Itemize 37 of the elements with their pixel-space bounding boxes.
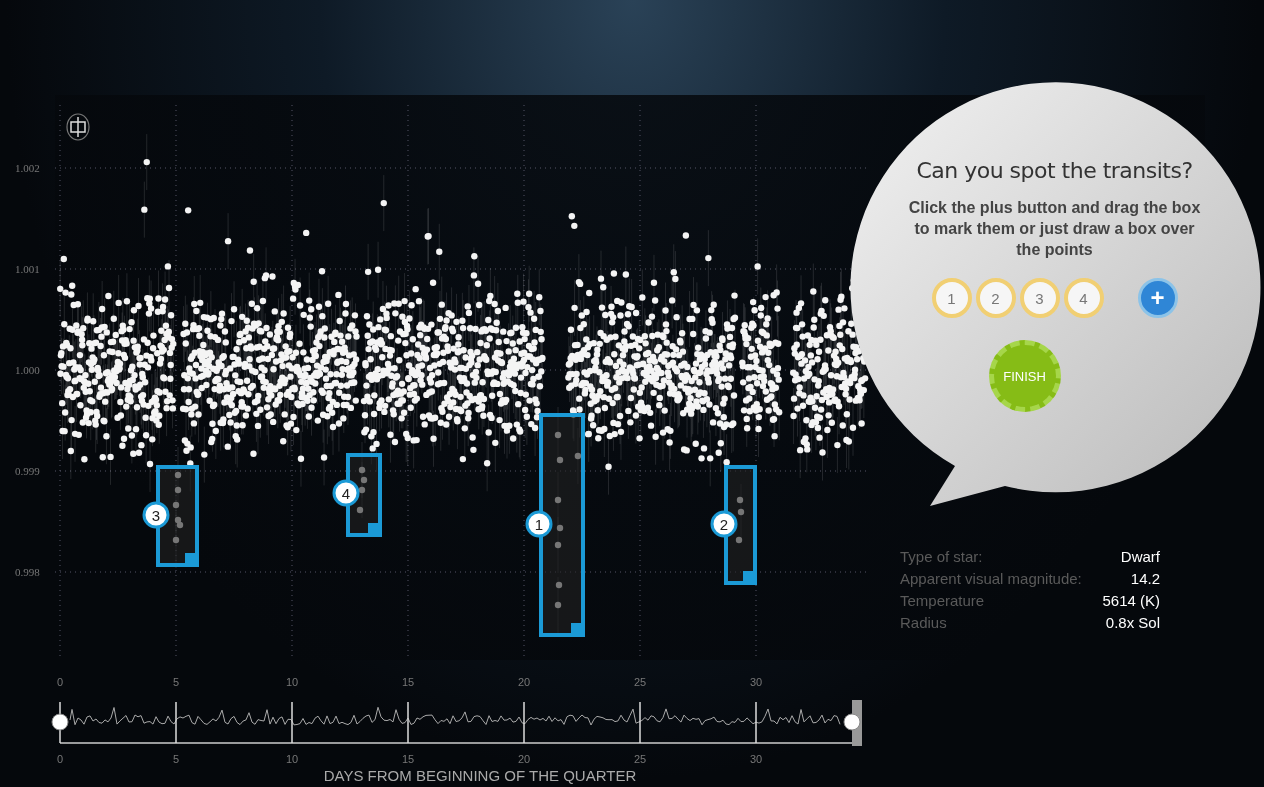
axis-label: 25 — [633, 753, 647, 765]
transit-number[interactable]: 2 — [710, 510, 738, 538]
range-start-handle[interactable] — [51, 713, 69, 731]
stat-value: Dwarf — [1119, 548, 1160, 565]
transit-number[interactable]: 3 — [142, 501, 170, 529]
stat-label: Apparent visual magnitude: — [900, 570, 1083, 587]
axis-label: 1.002 — [15, 162, 40, 174]
axis-label: 1.001 — [15, 263, 40, 275]
stat-value: 0.8x Sol — [1104, 614, 1160, 631]
axis-label: 0 — [56, 753, 64, 765]
range-end-handle[interactable] — [843, 713, 861, 731]
axis-title: DAYS FROM BEGINNING OF THE QUARTER — [323, 767, 637, 784]
stat-value: 5614 (K) — [1101, 592, 1160, 609]
axis-label: 25 — [633, 676, 647, 688]
stat-label: Type of star: — [900, 548, 984, 565]
prompt-instructions: Click the plus button and drag the box to mark them or just draw a box over the points — [907, 198, 1202, 260]
transit-number[interactable]: 1 — [525, 510, 553, 538]
axis-label: 0 — [56, 676, 64, 688]
stat-value: 14.2 — [1129, 570, 1160, 587]
axis-label: 5 — [172, 753, 180, 765]
axis-label: 10 — [285, 676, 299, 688]
axis-label: 0.999 — [15, 465, 40, 477]
axis-label: 15 — [401, 676, 415, 688]
axis-label: 30 — [749, 753, 763, 765]
axis-label: 30 — [749, 676, 763, 688]
axis-label: 10 — [285, 753, 299, 765]
axis-label: 20 — [517, 753, 531, 765]
transit-number[interactable]: 4 — [332, 479, 360, 507]
axis-label: 0.998 — [15, 566, 40, 578]
prompt-title: Can you spot the transits? — [916, 158, 1193, 183]
axis-label: 15 — [401, 753, 415, 765]
axis-label: 20 — [517, 676, 531, 688]
stat-label: Radius — [900, 614, 948, 631]
axis-label: 5 — [172, 676, 180, 688]
axis-label: 1.000 — [15, 364, 40, 376]
stat-label: Temperature — [900, 592, 986, 609]
pan-icon[interactable] — [66, 113, 90, 141]
